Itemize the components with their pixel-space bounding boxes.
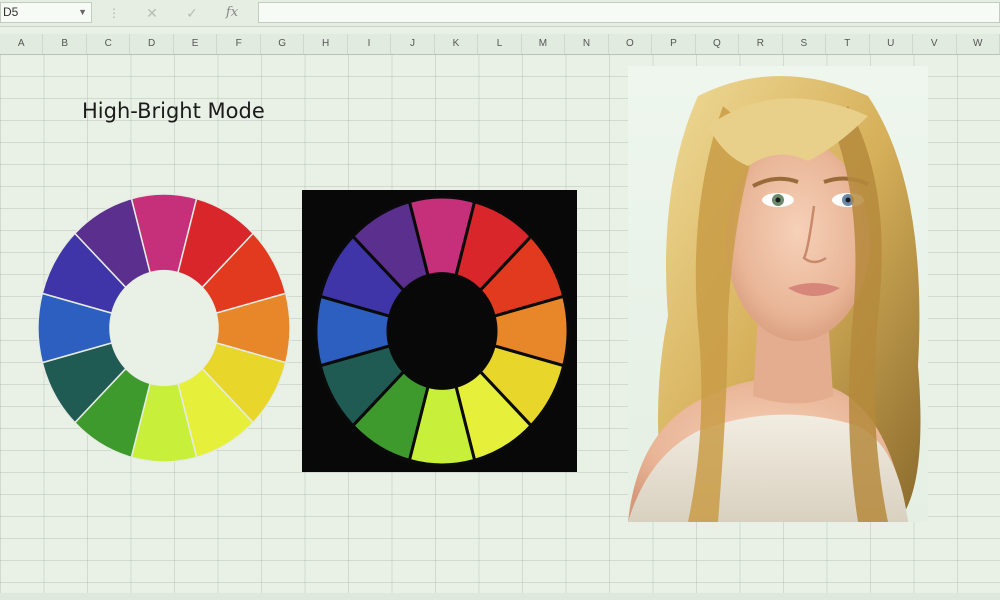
color-wheel-light[interactable] bbox=[36, 192, 292, 464]
column-header-q[interactable]: Q bbox=[696, 34, 740, 54]
column-header-t[interactable]: T bbox=[826, 34, 870, 54]
chevron-down-icon[interactable]: ▼ bbox=[78, 3, 87, 22]
column-header-f[interactable]: F bbox=[217, 34, 261, 54]
formula-bar-separator: ⋮ bbox=[108, 6, 120, 20]
sheet-tab-bar bbox=[0, 593, 1000, 600]
column-header-m[interactable]: M bbox=[522, 34, 566, 54]
column-header-l[interactable]: L bbox=[478, 34, 522, 54]
color-wheel-dark bbox=[314, 195, 570, 467]
column-header-v[interactable]: V bbox=[913, 34, 957, 54]
column-header-j[interactable]: J bbox=[391, 34, 435, 54]
column-header-k[interactable]: K bbox=[435, 34, 479, 54]
column-header-o[interactable]: O bbox=[609, 34, 653, 54]
formula-input[interactable] bbox=[258, 2, 1000, 23]
column-header-u[interactable]: U bbox=[870, 34, 914, 54]
column-header-a[interactable]: A bbox=[0, 34, 44, 54]
column-header-c[interactable]: C bbox=[87, 34, 131, 54]
wheel-center bbox=[110, 270, 218, 386]
color-wheel-dark-panel[interactable] bbox=[302, 190, 577, 472]
column-headers: ABCDEFGHIJKLMNOPQRSTUVW bbox=[0, 34, 1000, 55]
column-header-b[interactable]: B bbox=[43, 34, 87, 54]
column-header-n[interactable]: N bbox=[565, 34, 609, 54]
column-header-d[interactable]: D bbox=[130, 34, 174, 54]
mode-title: High-Bright Mode bbox=[82, 99, 265, 123]
column-header-e[interactable]: E bbox=[174, 34, 218, 54]
name-box-value: D5 bbox=[3, 5, 19, 19]
column-header-r[interactable]: R bbox=[739, 34, 783, 54]
column-header-w[interactable]: W bbox=[957, 34, 1000, 54]
column-header-i[interactable]: I bbox=[348, 34, 392, 54]
check-icon[interactable]: ✓ bbox=[180, 3, 204, 23]
column-header-s[interactable]: S bbox=[783, 34, 827, 54]
wheel-center bbox=[388, 273, 496, 389]
column-header-g[interactable]: G bbox=[261, 34, 305, 54]
column-header-h[interactable]: H bbox=[304, 34, 348, 54]
close-icon[interactable]: ✕ bbox=[140, 3, 164, 23]
formula-bar: D5 ▼ ⋮ ✕ ✓ fx bbox=[0, 0, 1000, 27]
function-icon[interactable]: fx bbox=[220, 3, 244, 23]
portrait-photo[interactable] bbox=[628, 66, 928, 522]
name-box[interactable]: D5 ▼ bbox=[0, 2, 92, 23]
column-header-p[interactable]: P bbox=[652, 34, 696, 54]
